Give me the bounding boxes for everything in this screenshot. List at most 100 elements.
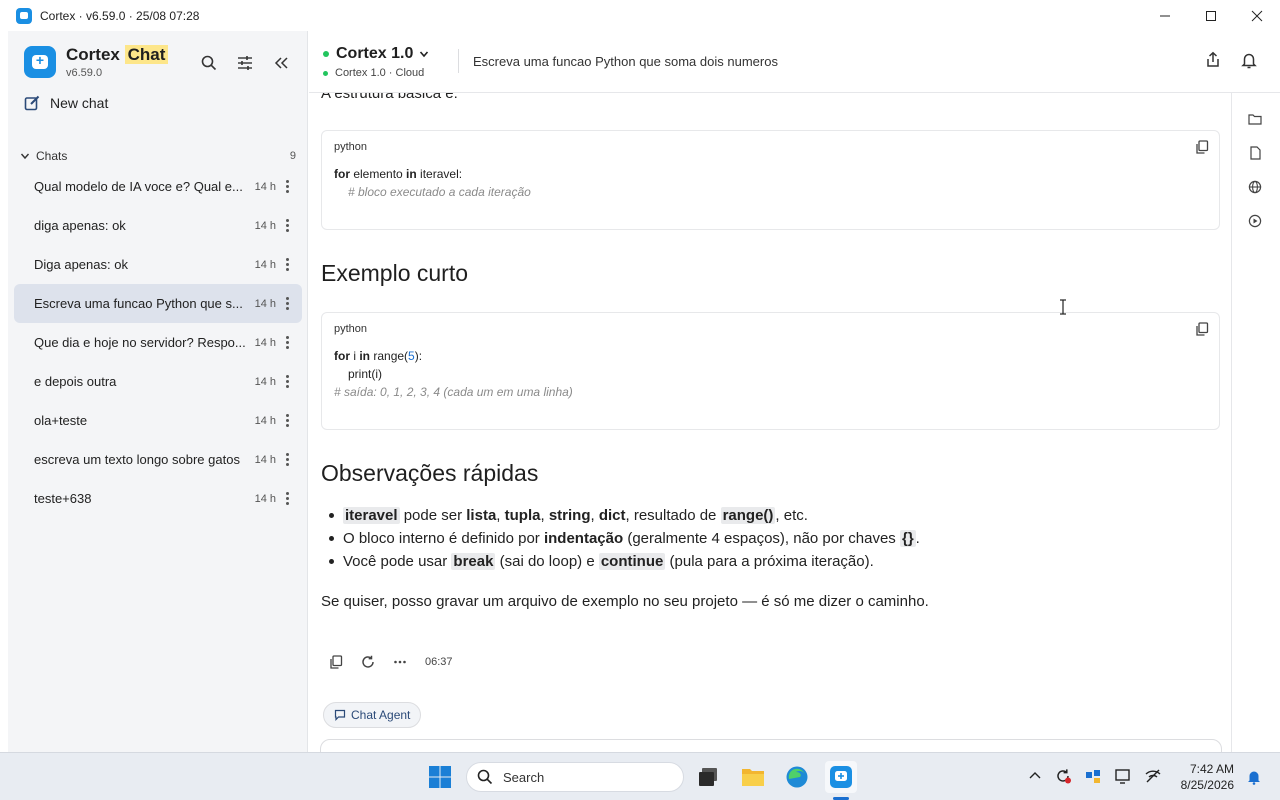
maximize-button[interactable] <box>1188 0 1234 31</box>
more-vertical-icon[interactable] <box>282 375 292 388</box>
more-vertical-icon[interactable] <box>282 258 292 271</box>
sidebar: Cortex Chat v6.59.0 New chat Chats <box>8 31 308 752</box>
chat-time: 14 h <box>254 336 276 349</box>
globe-icon <box>1248 180 1262 194</box>
text: pode ser <box>399 507 467 524</box>
chat-list-item[interactable]: Diga apenas: ok 14 h <box>14 245 302 284</box>
chats-section-header[interactable]: Chats 9 <box>20 149 296 163</box>
bullet-list: iteravel pode ser lista, tupla, string , … <box>329 504 920 573</box>
more-vertical-icon[interactable] <box>282 180 292 193</box>
agent-mode-chip[interactable]: Chat Agent <box>323 702 422 728</box>
right-toolbar <box>1231 93 1280 752</box>
code-keyword: in <box>359 349 371 363</box>
chat-title: teste+638 <box>34 491 92 506</box>
collapse-sidebar-button[interactable] <box>269 51 293 75</box>
window-controls <box>1142 0 1280 31</box>
chat-time: 14 h <box>254 258 276 271</box>
code-keyword: for <box>334 167 350 181</box>
taskbar-app-cortex[interactable] <box>825 761 857 793</box>
taskbar-app-explorer[interactable] <box>737 761 769 793</box>
chat-list-item[interactable]: diga apenas: ok 14 h <box>14 206 302 245</box>
brand-highlight: Chat <box>124 45 169 64</box>
taskbar-app-terminal[interactable] <box>692 761 724 793</box>
windows-start-icon[interactable] <box>428 765 452 789</box>
chat-title: ola+teste <box>34 413 88 428</box>
new-chat-button[interactable]: New chat <box>24 95 108 111</box>
web-button[interactable] <box>1247 179 1263 195</box>
maximize-icon <box>1206 10 1216 21</box>
code-keyword: for <box>334 349 350 363</box>
copy-icon[interactable] <box>329 655 343 669</box>
chat-title: e depois outra <box>34 374 117 389</box>
conversation-title: Escreva uma funcao Python que soma dois … <box>473 54 778 69</box>
play-button[interactable] <box>1247 213 1263 229</box>
notification-bell-icon[interactable] <box>1246 769 1262 785</box>
sync-icon[interactable] <box>1054 767 1072 785</box>
more-vertical-icon[interactable] <box>282 414 292 427</box>
text: , <box>590 507 599 524</box>
copy-icon[interactable] <box>1195 140 1209 154</box>
search-button[interactable] <box>197 51 221 75</box>
chat-list-item[interactable]: escreva um texto longo sobre gatos 14 h <box>14 440 302 479</box>
minimize-button[interactable] <box>1142 0 1188 31</box>
taskbar-search[interactable]: Search <box>466 762 684 792</box>
close-button[interactable] <box>1234 0 1280 31</box>
code-comment: # bloco executado a cada iteração <box>348 185 531 199</box>
code-language: python <box>334 141 368 153</box>
chat-list-item[interactable]: ola+teste 14 h <box>14 401 302 440</box>
edge-browser-icon <box>786 766 808 788</box>
text-cursor-icon <box>1060 299 1066 315</box>
model-selector[interactable]: Cortex 1.0 Cortex 1.0 · Cloud <box>323 45 429 79</box>
chat-list-item[interactable]: Qual modelo de IA voce e? Qual e... 14 h <box>14 167 302 206</box>
inline-code: break <box>451 553 496 570</box>
bold-text: dict <box>598 507 626 524</box>
bell-icon[interactable] <box>1240 51 1258 69</box>
text: Você pode usar <box>343 553 452 570</box>
more-vertical-icon[interactable] <box>282 453 292 466</box>
chat-time: 14 h <box>254 219 276 232</box>
folder-add-button[interactable] <box>1247 111 1263 127</box>
os-taskbar: Search 7:42 AM 8/25/2026 <box>0 752 1280 800</box>
folder-icon <box>1248 114 1262 125</box>
wifi-off-icon[interactable] <box>1144 767 1162 785</box>
clock-time: 7:42 AM <box>1189 762 1234 776</box>
chat-list-item[interactable]: teste+638 14 h <box>14 479 302 518</box>
search-icon <box>477 769 493 785</box>
chat-list-item[interactable]: e depois outra 14 h <box>14 362 302 401</box>
network-share-icon[interactable] <box>1084 767 1102 785</box>
chevron-down-icon <box>420 51 429 58</box>
filter-button[interactable] <box>233 51 257 75</box>
sidebar-tools <box>197 51 293 75</box>
chat-list-item-active[interactable]: Escreva uma funcao Python que s... 14 h <box>14 284 302 323</box>
more-vertical-icon[interactable] <box>282 492 292 505</box>
more-vertical-icon[interactable] <box>282 219 292 232</box>
refresh-icon[interactable] <box>361 655 375 669</box>
file-button[interactable] <box>1247 145 1263 161</box>
bold-text: lista <box>466 507 497 524</box>
window-title: Cortex · v6.59.0 · 25/08 07:28 <box>40 8 200 23</box>
more-vertical-icon[interactable] <box>282 336 292 349</box>
search-icon <box>201 55 217 71</box>
code-line: print(i) <box>334 365 573 383</box>
inline-code: range() <box>720 507 776 524</box>
code-line: for elemento in iteravel: <box>334 165 531 183</box>
taskbar-clock[interactable]: 7:42 AM 8/25/2026 <box>1181 761 1234 793</box>
monitor-icon[interactable] <box>1114 767 1132 785</box>
chat-list: Qual modelo de IA voce e? Qual e... 14 h … <box>14 167 302 518</box>
message-timestamp: 06:37 <box>425 656 453 668</box>
chevron-up-icon[interactable] <box>1028 769 1042 783</box>
chat-title: Que dia e hoje no servidor? Respo... <box>34 335 246 350</box>
more-vertical-icon[interactable] <box>282 297 292 310</box>
more-horizontal-icon[interactable] <box>393 655 407 669</box>
chat-list-item[interactable]: Que dia e hoje no servidor? Respo... 14 h <box>14 323 302 362</box>
code-token: ): <box>414 349 423 363</box>
code-block: python for i in range(5): print(i) # saí… <box>321 312 1220 430</box>
chat-time: 14 h <box>254 453 276 466</box>
chat-bubble-icon <box>334 709 346 721</box>
file-icon <box>1250 146 1261 160</box>
copy-icon[interactable] <box>1195 322 1209 336</box>
code-language: python <box>334 323 368 335</box>
chat-logo-icon <box>830 766 852 788</box>
share-icon[interactable] <box>1204 51 1222 69</box>
taskbar-app-edge[interactable] <box>781 761 813 793</box>
